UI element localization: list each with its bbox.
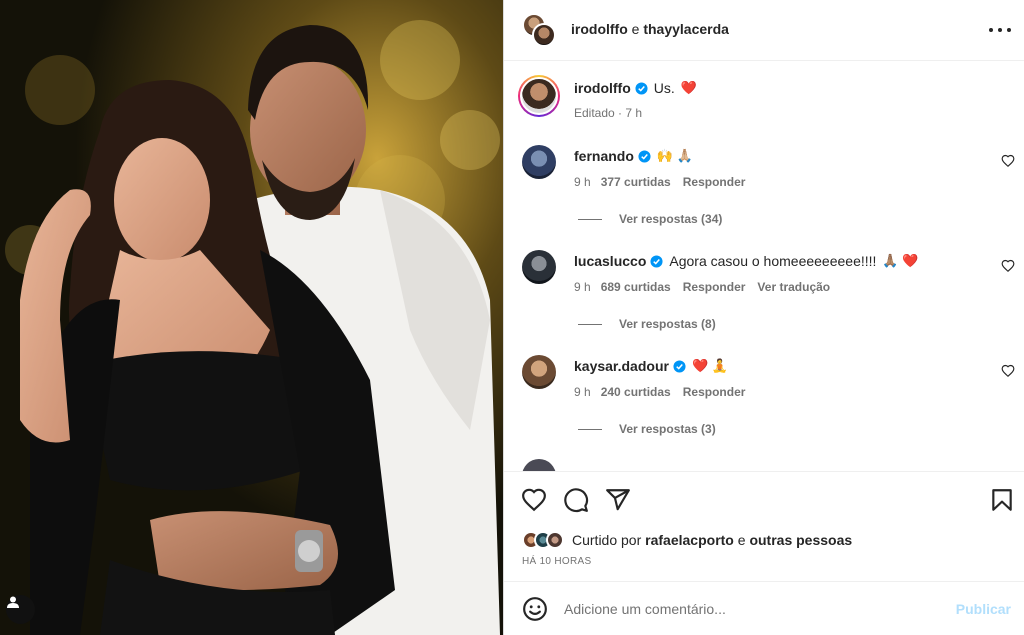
comment-time: 9 h — [574, 385, 591, 399]
post-actions: Curtido por rafaelacporto e outras pesso… — [504, 471, 1024, 581]
view-replies-button[interactable]: Ver respostas (8) — [578, 317, 716, 331]
liked-by-user-link[interactable]: rafaelacporto — [645, 532, 734, 548]
post-timestamp[interactable]: HÁ 10 HORAS — [522, 556, 591, 567]
comment-meta: 9 h 240 curtidas Responder — [574, 385, 745, 399]
add-comment-bar: Publicar — [504, 581, 1024, 635]
comment-likes[interactable]: 240 curtidas — [601, 385, 671, 399]
collab-title: irodolffo e thayylacerda — [571, 21, 729, 37]
avatar[interactable] — [522, 459, 556, 471]
caption-meta: Editado · 7 h — [574, 106, 643, 120]
comment-emojis: 🙌 🙏🏼 — [656, 148, 693, 163]
comment-icon[interactable] — [563, 487, 589, 513]
heart-icon[interactable] — [1001, 259, 1015, 273]
verified-icon — [638, 149, 651, 163]
liked-by-text: Curtido por rafaelacporto e outras pesso… — [572, 532, 853, 548]
comment-row: fernando 🙌 🙏🏼 — [574, 148, 693, 164]
comment-meta: 9 h 377 curtidas Responder — [574, 175, 745, 189]
publish-button[interactable]: Publicar — [956, 601, 1011, 617]
avatar[interactable] — [522, 145, 556, 179]
caption-row: irodolffo Us. ❤️ — [574, 80, 697, 96]
comment-text: Agora casou o homeeeeeeeee!!!! — [669, 253, 877, 269]
heart-icon[interactable] — [521, 487, 547, 513]
verified-icon — [650, 254, 663, 268]
heart-icon[interactable] — [1001, 364, 1015, 378]
reply-button[interactable]: Responder — [683, 175, 746, 189]
comment-meta: 9 h 689 curtidas Responder Ver tradução — [574, 280, 830, 294]
avatar[interactable] — [522, 250, 556, 284]
caption-username[interactable]: irodolffo — [574, 80, 631, 96]
reply-button[interactable]: Responder — [683, 385, 746, 399]
comment-username[interactable]: lucaslucco — [574, 253, 646, 269]
header-user-link[interactable]: irodolffo — [571, 21, 628, 37]
comment-username[interactable]: fernando — [574, 148, 634, 164]
avatar — [546, 531, 564, 549]
header-user-link[interactable]: thayylacerda — [643, 21, 729, 37]
reply-button[interactable]: Responder — [683, 280, 746, 294]
view-replies-button[interactable]: Ver respostas (34) — [578, 212, 722, 226]
verified-icon — [635, 81, 648, 95]
comment-emojis: ❤️ 🧘 — [691, 358, 728, 373]
bookmark-icon[interactable] — [989, 487, 1015, 513]
instagram-post: irodolffo e thayylacerda irodolffo Us. ❤… — [0, 0, 1024, 635]
caption-text: Us. — [653, 80, 675, 96]
caption-emoji: ❤️ — [680, 80, 697, 95]
caption-avatar[interactable] — [518, 75, 560, 117]
header-joiner: e — [631, 21, 640, 37]
comment-likes[interactable]: 377 curtidas — [601, 175, 671, 189]
smile-icon[interactable] — [522, 596, 548, 622]
comment-time: 9 h — [574, 280, 591, 294]
comment-emojis: 🙏🏽 ❤️ — [882, 253, 919, 268]
comment-row: lucaslucco Agora casou o homeeeeeeeee!!!… — [574, 253, 918, 269]
post-side-panel: irodolffo e thayylacerda irodolffo Us. ❤… — [503, 0, 1024, 635]
liked-by: Curtido por rafaelacporto e outras pesso… — [522, 531, 852, 549]
heart-icon[interactable] — [1001, 154, 1015, 168]
comment-time: 9 h — [574, 175, 591, 189]
comment-input[interactable] — [564, 598, 944, 620]
share-icon[interactable] — [605, 487, 631, 513]
collab-avatars[interactable] — [522, 13, 560, 49]
liked-by-others-link[interactable]: outras pessoas — [749, 532, 852, 548]
photo-illustration — [0, 0, 503, 635]
comments-list[interactable]: irodolffo Us. ❤️ Editado · 7 h fernando … — [504, 61, 1024, 471]
avatar[interactable] — [522, 355, 556, 389]
more-icon[interactable] — [989, 21, 1011, 39]
comment-likes[interactable]: 689 curtidas — [601, 280, 671, 294]
avatar — [532, 23, 556, 47]
view-replies-button[interactable]: Ver respostas (3) — [578, 422, 716, 436]
user-tag-icon[interactable] — [6, 595, 35, 624]
post-header: irodolffo e thayylacerda — [504, 0, 1024, 61]
translate-button[interactable]: Ver tradução — [757, 280, 830, 294]
comment-row: kaysar.dadour ❤️ 🧘 — [574, 358, 728, 374]
post-photo[interactable] — [0, 0, 503, 635]
comment-username[interactable]: kaysar.dadour — [574, 358, 669, 374]
verified-icon — [673, 359, 686, 373]
